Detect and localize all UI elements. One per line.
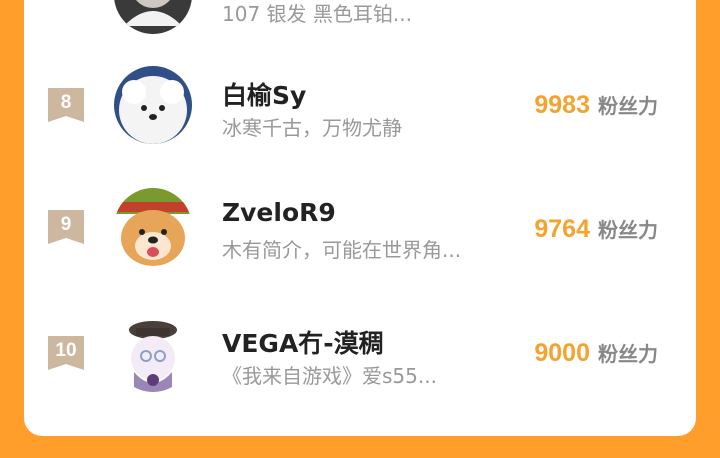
avatar[interactable] <box>114 314 192 392</box>
list-item[interactable]: 107 银发 黑色耳铂... <box>24 0 696 40</box>
fans-value: 9983 <box>534 91 590 119</box>
user-bio: 《我来自游戏》爱s55... <box>222 364 437 388</box>
fans-label: 粉丝力 <box>598 94 658 118</box>
fans-score: 9000 粉丝力 <box>534 338 658 368</box>
rank-number: 8 <box>60 92 72 113</box>
fans-label: 粉丝力 <box>598 342 658 366</box>
avatar[interactable] <box>114 188 192 266</box>
rank-number: 9 <box>60 214 72 235</box>
fans-score: 9764 粉丝力 <box>534 214 658 244</box>
rank-number: 10 <box>55 340 77 361</box>
avatar[interactable] <box>114 66 192 144</box>
fans-score: 9983 粉丝力 <box>534 90 658 120</box>
user-bio: 木有简介，可能在世界角... <box>222 238 462 262</box>
user-name[interactable]: ZveloR9 <box>222 198 336 227</box>
avatar[interactable] <box>114 0 192 34</box>
user-bio: 冰寒千古，万物尤静 <box>222 116 402 140</box>
rank-badge: 8 <box>48 88 84 122</box>
rank-badge: 9 <box>48 210 84 244</box>
list-item[interactable]: 9 ZveloR9 木有简介，可能在世界角... 9764 粉丝力 <box>24 174 696 284</box>
user-name[interactable]: VEGA冇-漠稠 <box>222 324 384 360</box>
leaderboard-card: 107 银发 黑色耳铂... 8 白榆Sy 冰寒千古，万物尤静 9983 粉丝力 <box>24 0 696 436</box>
user-name[interactable]: 白榆Sy <box>222 76 306 112</box>
list-item[interactable]: 10 VEGA冇-漠稠 《我来自游戏》爱s55... 9000 粉丝力 <box>24 304 696 414</box>
rank-badge: 10 <box>48 336 84 370</box>
fans-label: 粉丝力 <box>598 218 658 242</box>
fans-value: 9764 <box>534 215 590 243</box>
user-bio: 107 银发 黑色耳铂... <box>222 2 412 26</box>
list-item[interactable]: 8 白榆Sy 冰寒千古，万物尤静 9983 粉丝力 <box>24 50 696 160</box>
fans-value: 9000 <box>534 339 590 367</box>
